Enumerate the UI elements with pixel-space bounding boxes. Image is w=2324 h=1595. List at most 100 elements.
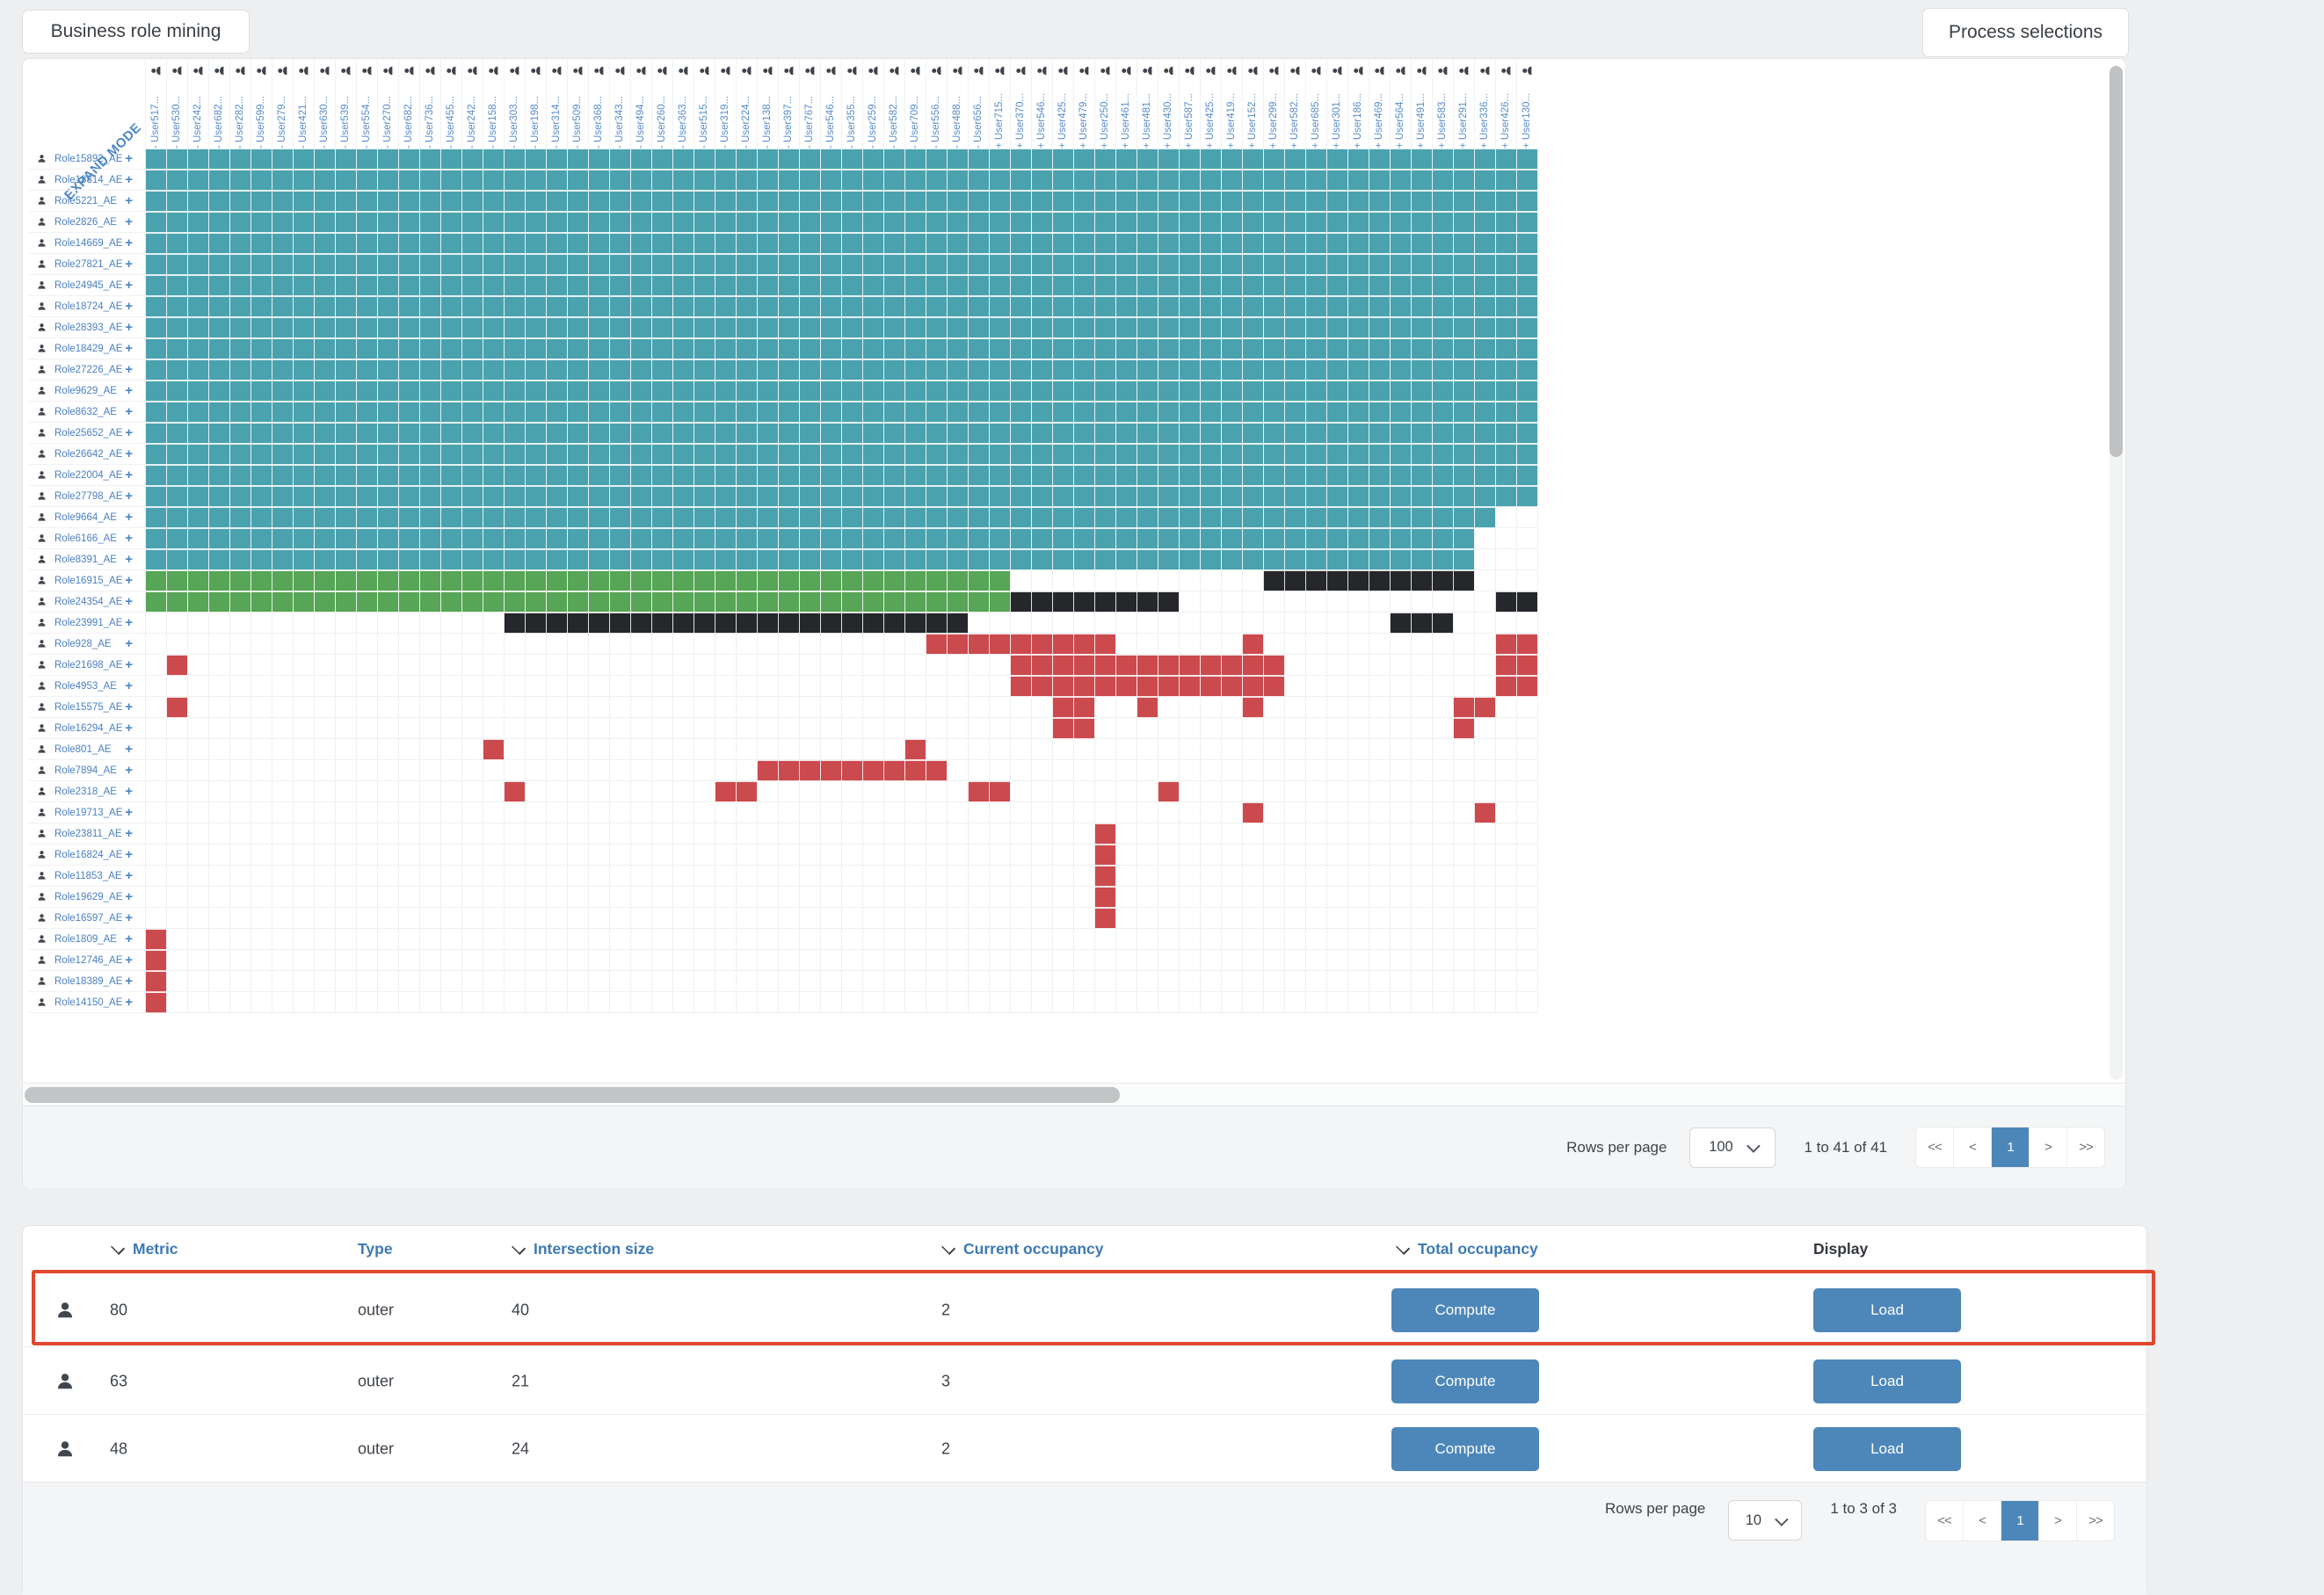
user-column-header[interactable]: - User260... — [651, 63, 672, 149]
role-row-label[interactable]: Role18814_AE+ — [28, 170, 145, 191]
role-row-label[interactable]: Role28393_AE+ — [28, 317, 145, 338]
matrix-cell-run[interactable] — [145, 528, 1474, 549]
matrix-cell-run[interactable] — [1242, 634, 1263, 655]
user-column-header[interactable]: + User546... — [1031, 63, 1052, 149]
expand-row-button[interactable]: + — [125, 657, 133, 672]
last-page-button[interactable]: >> — [2066, 1127, 2104, 1167]
matrix-cell-run[interactable] — [145, 275, 1537, 296]
role-name[interactable]: Role9629_AE — [54, 386, 117, 396]
user-column-header[interactable]: - User282... — [229, 63, 251, 149]
user-column-header[interactable]: - User554... — [356, 63, 377, 149]
user-column-header[interactable]: + User479... — [1073, 63, 1094, 149]
expand-row-button[interactable]: + — [125, 510, 133, 525]
matrix-cell-run[interactable] — [145, 950, 166, 971]
horizontal-scrollbar[interactable] — [23, 1083, 2125, 1106]
page-1-button[interactable]: 1 — [2001, 1501, 2038, 1541]
user-column-header[interactable]: - User224... — [736, 63, 757, 149]
user-column-header[interactable]: + User430... — [1158, 63, 1179, 149]
user-column-label[interactable]: - User517... — [149, 80, 163, 149]
user-column-label[interactable]: + User479... — [1078, 80, 1091, 149]
role-row-label[interactable]: Role25652_AE+ — [28, 423, 145, 444]
user-column-header[interactable]: - User488... — [947, 63, 968, 149]
user-column-header[interactable]: - User682... — [398, 63, 419, 149]
user-column-header[interactable]: + User715... — [989, 63, 1010, 149]
user-column-label[interactable]: - User343... — [614, 80, 627, 149]
user-column-label[interactable]: - User494... — [635, 80, 648, 149]
matrix-cell-run[interactable] — [1052, 718, 1094, 739]
expand-row-button[interactable]: + — [125, 636, 133, 651]
role-name[interactable]: Role19629_AE — [54, 892, 122, 903]
role-row-label[interactable]: Role23991_AE+ — [28, 613, 145, 634]
matrix-cell-run[interactable] — [1052, 697, 1094, 718]
user-column-header[interactable]: - User515... — [694, 63, 715, 149]
user-column-header[interactable]: - User767... — [799, 63, 820, 149]
user-column-label[interactable]: + User130... — [1521, 80, 1534, 149]
user-column-header[interactable]: + User426... — [1495, 63, 1516, 149]
user-column-label[interactable]: - User682... — [403, 80, 416, 149]
expand-row-button[interactable]: + — [125, 615, 133, 630]
user-column-header[interactable]: - User270... — [377, 63, 398, 149]
matrix-cell-run[interactable] — [1094, 908, 1115, 929]
role-name[interactable]: Role5221_AE — [54, 196, 117, 207]
user-column-header[interactable]: + User419... — [1221, 63, 1242, 149]
user-column-label[interactable]: - User539... — [339, 80, 352, 149]
user-column-header[interactable]: - User517... — [145, 63, 166, 149]
matrix-cell-run[interactable] — [1495, 591, 1537, 613]
matrix-cell-run[interactable] — [1242, 697, 1263, 718]
user-column-label[interactable]: + User491... — [1415, 80, 1428, 149]
user-column-label[interactable]: - User515... — [698, 80, 711, 149]
intersection-size-column-header[interactable]: Intersection size — [512, 1226, 654, 1272]
role-row-label[interactable]: Role4953_AE+ — [28, 676, 145, 697]
expand-row-button[interactable]: + — [125, 910, 133, 925]
user-column-header[interactable]: - User709... — [904, 63, 926, 149]
matrix-cell-run[interactable] — [483, 739, 504, 760]
user-column-header[interactable]: + User186... — [1347, 63, 1369, 149]
role-name[interactable]: Role11853_AE — [54, 871, 122, 881]
load-button[interactable]: Load — [1813, 1427, 1961, 1471]
user-column-label[interactable]: + User336... — [1478, 80, 1492, 149]
user-column-header[interactable]: - User494... — [630, 63, 651, 149]
role-name[interactable]: Role15892_AE — [54, 154, 122, 164]
user-column-label[interactable]: + User250... — [1099, 80, 1112, 149]
user-column-label[interactable]: - User355... — [846, 80, 859, 149]
expand-row-button[interactable]: + — [125, 468, 133, 482]
expand-row-button[interactable]: + — [125, 257, 133, 272]
user-column-header[interactable]: - User397... — [778, 63, 799, 149]
role-row-label[interactable]: Role24945_AE+ — [28, 275, 145, 296]
matrix-cell-run[interactable] — [1094, 823, 1115, 845]
role-name[interactable]: Role12746_AE — [54, 955, 122, 966]
user-column-header[interactable]: + User564... — [1390, 63, 1411, 149]
role-name[interactable]: Role1809_AE — [54, 934, 117, 945]
user-column-label[interactable]: + User469... — [1373, 80, 1386, 149]
expand-row-button[interactable]: + — [125, 425, 133, 440]
rows-per-page-select[interactable]: 100 — [1689, 1127, 1776, 1168]
role-row-label[interactable]: Role16597_AE+ — [28, 908, 145, 929]
matrix-cell-run[interactable] — [145, 170, 1537, 191]
user-column-header[interactable]: + User425... — [1052, 63, 1073, 149]
user-column-label[interactable]: + User587... — [1183, 80, 1196, 149]
matrix-cell-run[interactable] — [1495, 634, 1537, 655]
load-button[interactable]: Load — [1813, 1288, 1961, 1332]
role-row-label[interactable]: Role16824_AE+ — [28, 845, 145, 866]
matrix-cell-run[interactable] — [145, 929, 166, 950]
compute-button[interactable]: Compute — [1391, 1288, 1539, 1332]
role-row-label[interactable]: Role1809_AE+ — [28, 929, 145, 950]
matrix-cell-run[interactable] — [145, 402, 1537, 423]
user-column-header[interactable]: + User583... — [1432, 63, 1453, 149]
user-column-label[interactable]: - User224... — [740, 80, 753, 149]
user-column-header[interactable]: - User736... — [419, 63, 440, 149]
user-column-header[interactable]: - User368... — [588, 63, 609, 149]
expand-row-button[interactable]: + — [125, 805, 133, 820]
first-page-button[interactable]: << — [1916, 1127, 1953, 1167]
role-name[interactable]: Role8632_AE — [54, 407, 117, 417]
table-row[interactable]: 48outer242ComputeLoad — [23, 1414, 2148, 1483]
user-column-label[interactable]: + User564... — [1394, 80, 1407, 149]
user-column-header[interactable]: - User682... — [208, 63, 229, 149]
user-column-header[interactable]: - User599... — [251, 63, 272, 149]
user-column-header[interactable]: + User299... — [1263, 63, 1284, 149]
matrix-cell-run[interactable] — [145, 465, 1537, 486]
user-column-header[interactable]: - User138... — [757, 63, 778, 149]
role-name[interactable]: Role928_AE — [54, 639, 112, 649]
user-column-label[interactable]: + User291... — [1457, 80, 1471, 149]
user-column-label[interactable]: - User736... — [424, 80, 437, 149]
